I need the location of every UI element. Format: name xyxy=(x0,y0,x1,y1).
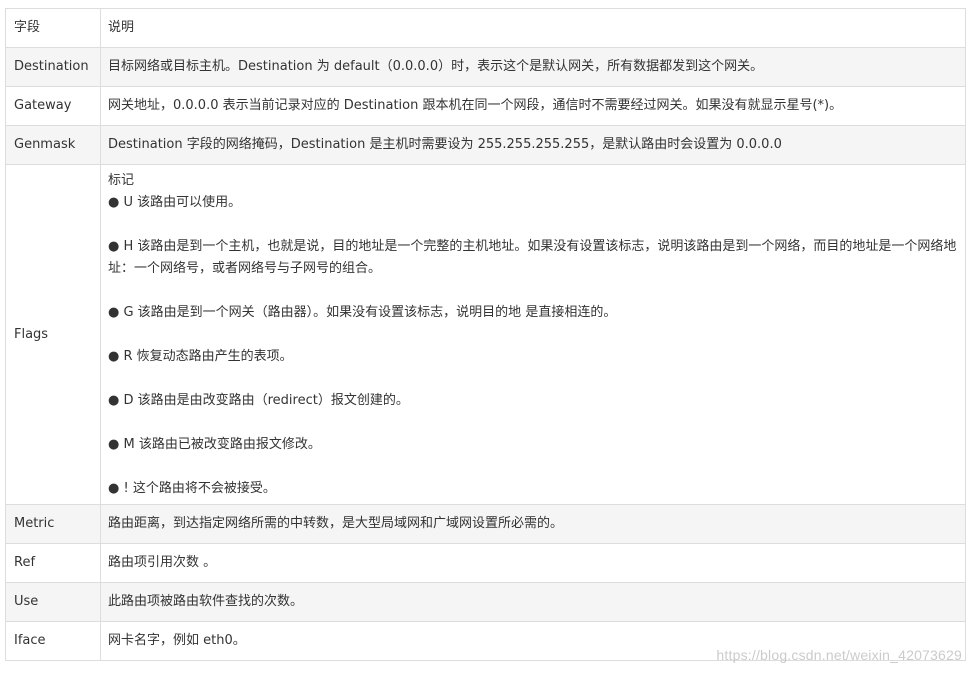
field-cell: Use xyxy=(5,582,101,622)
table-row-ref: Ref 路由项引用次数 。 xyxy=(5,543,966,583)
flag-item-m: ● M 该路由已被改变路由报文修改。 xyxy=(108,437,321,452)
field-cell: Metric xyxy=(5,504,101,544)
flag-item-d: ● D 该路由是由改变路由（redirect）报文创建的。 xyxy=(108,393,409,408)
field-cell: Genmask xyxy=(5,125,101,165)
flag-item-g: ● G 该路由是到一个网关（路由器）。如果没有设置该标志，说明目的地 是直接相连… xyxy=(108,305,617,320)
field-cell: Gateway xyxy=(5,86,101,126)
description-cell: 网关地址，0.0.0.0 表示当前记录对应的 Destination 跟本机在同… xyxy=(100,86,966,126)
flag-item-reject: ● ! 这个路由将不会被接受。 xyxy=(108,481,276,496)
flag-item-h: ● H 该路由是到一个主机，也就是说，目的地址是一个完整的主机地址。如果没有设置… xyxy=(108,239,957,276)
header-field-cell: 字段 xyxy=(5,8,101,48)
table-row-genmask: Genmask Destination 字段的网络掩码，Destination … xyxy=(5,125,966,165)
field-cell: Ref xyxy=(5,543,101,583)
table-row-flags: Flags 标记 ● U 该路由可以使用。 ● H 该路由是到一个主机，也就是说… xyxy=(5,164,966,505)
flag-item-u: ● U 该路由可以使用。 xyxy=(108,195,242,210)
table-header-row: 字段 说明 xyxy=(5,8,966,48)
table-row-use: Use 此路由项被路由软件查找的次数。 xyxy=(5,582,966,622)
description-cell: Destination 字段的网络掩码，Destination 是主机时需要设为… xyxy=(100,125,966,165)
flags-description-cell: 标记 ● U 该路由可以使用。 ● H 该路由是到一个主机，也就是说，目的地址是… xyxy=(100,164,966,505)
table-row-gateway: Gateway 网关地址，0.0.0.0 表示当前记录对应的 Destinati… xyxy=(5,86,966,126)
description-cell: 路由项引用次数 。 xyxy=(100,543,966,583)
field-cell: Iface xyxy=(5,621,101,661)
field-cell: Destination xyxy=(5,47,101,87)
table-row-metric: Metric 路由距离，到达指定网络所需的中转数，是大型局域网和广域网设置所必需… xyxy=(5,504,966,544)
flags-title: 标记 xyxy=(108,173,135,188)
description-cell: 路由距离，到达指定网络所需的中转数，是大型局域网和广域网设置所必需的。 xyxy=(100,504,966,544)
table-row-destination: Destination 目标网络或目标主机。Destination 为 defa… xyxy=(5,47,966,87)
flag-item-r: ● R 恢复动态路由产生的表项。 xyxy=(108,349,293,364)
route-fields-table: 字段 说明 Destination 目标网络或目标主机。Destination … xyxy=(5,8,966,661)
header-description-cell: 说明 xyxy=(100,8,966,48)
description-cell: 目标网络或目标主机。Destination 为 default（0.0.0.0）… xyxy=(100,47,966,87)
description-cell: 此路由项被路由软件查找的次数。 xyxy=(100,582,966,622)
field-cell: Flags xyxy=(5,164,101,505)
watermark: https://blog.csdn.net/weixin_42073629 xyxy=(716,647,962,663)
